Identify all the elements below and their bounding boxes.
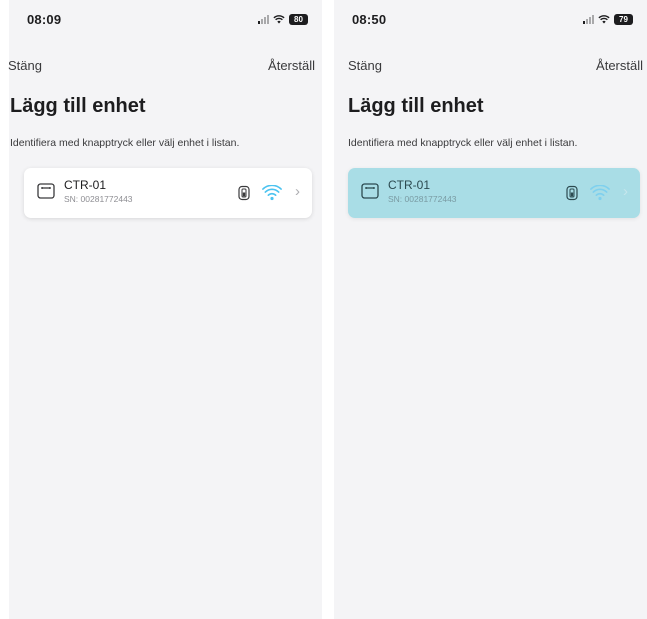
device-serial: SN: 00281772443 <box>388 194 457 204</box>
battery-badge-icon <box>566 185 578 201</box>
phone-screen-left: 08:09 80 Stäng Återställ Lägg till enhet… <box>8 0 322 619</box>
signal-icon <box>583 14 594 24</box>
chevron-right-icon: › <box>295 183 300 200</box>
wifi-status-icon <box>273 15 285 24</box>
status-bar: 08:50 79 <box>334 0 647 40</box>
phone-screen-right: 08:50 79 Stäng Återställ Lägg till enhet… <box>334 0 647 619</box>
status-icons: 79 <box>583 12 633 26</box>
device-icon <box>361 183 379 199</box>
close-button[interactable]: Stäng <box>8 58 42 73</box>
status-bar: 08:09 80 <box>9 0 322 40</box>
device-icon <box>37 183 55 199</box>
signal-icon <box>258 14 269 24</box>
battery-icon: 80 <box>289 13 308 25</box>
wifi-icon <box>262 185 282 201</box>
page-subtitle: Identifiera med knapptryck eller välj en… <box>10 137 240 149</box>
device-name: CTR-01 <box>64 178 107 192</box>
chevron-right-icon: › <box>623 183 628 200</box>
device-name: CTR-01 <box>388 178 431 192</box>
reset-button[interactable]: Återställ <box>268 58 315 73</box>
close-button[interactable]: Stäng <box>348 58 382 73</box>
status-icons: 80 <box>258 12 308 26</box>
status-time: 08:50 <box>352 12 387 27</box>
wifi-status-icon <box>598 15 610 24</box>
status-time: 08:09 <box>27 12 62 27</box>
wifi-icon <box>590 185 610 201</box>
page-title: Lägg till enhet <box>348 95 484 117</box>
reset-button[interactable]: Återställ <box>596 58 643 73</box>
device-list-item[interactable]: CTR-01 SN: 00281772443 › <box>24 168 312 218</box>
device-list-item-selected[interactable]: CTR-01 SN: 00281772443 › <box>348 168 640 218</box>
device-serial: SN: 00281772443 <box>64 194 133 204</box>
battery-badge-icon <box>238 185 250 201</box>
battery-icon: 79 <box>614 13 633 25</box>
page-title: Lägg till enhet <box>10 95 146 117</box>
page-subtitle: Identifiera med knapptryck eller välj en… <box>348 137 578 149</box>
